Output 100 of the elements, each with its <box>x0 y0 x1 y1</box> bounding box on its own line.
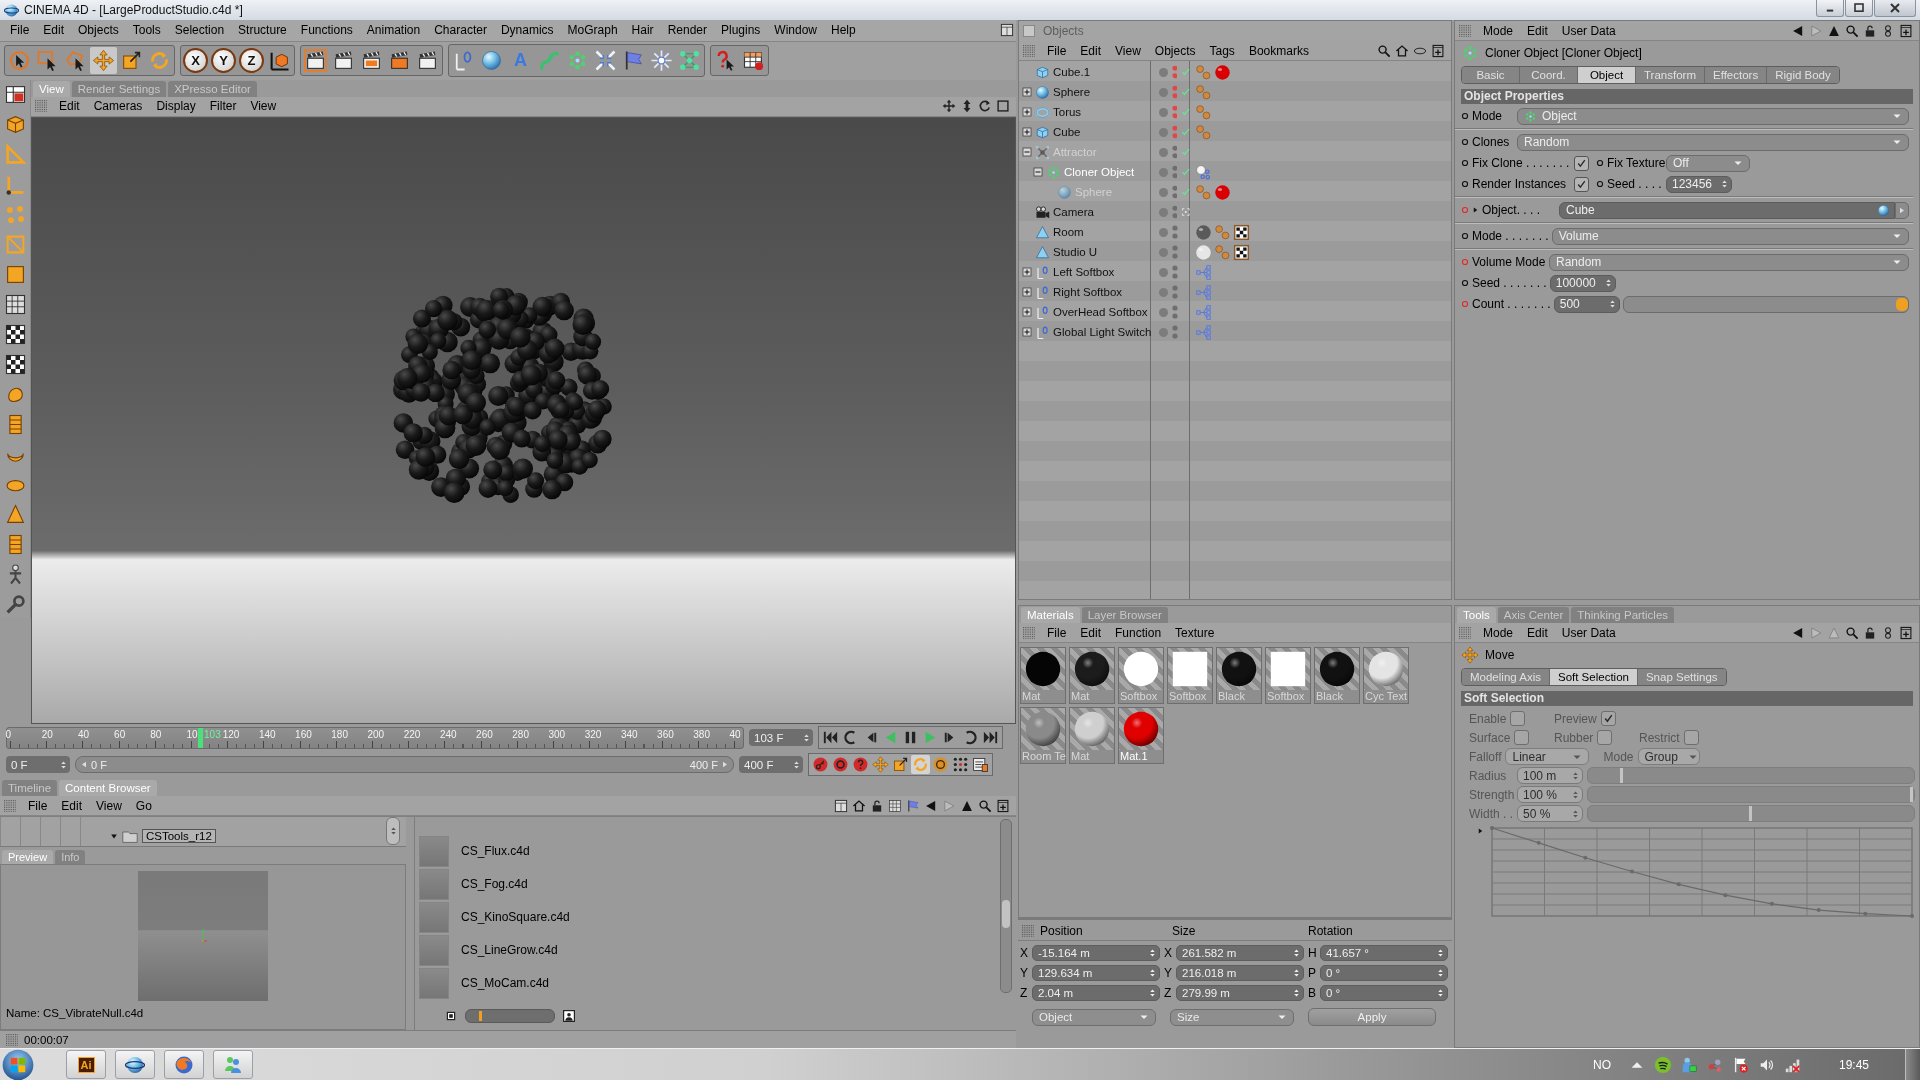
visibility-dots-icon[interactable] <box>1172 244 1178 260</box>
file-name[interactable]: CS_Flux.c4d <box>461 844 530 859</box>
object-name[interactable]: Sphere <box>1053 86 1091 98</box>
menu-item[interactable]: Dynamics <box>493 20 561 41</box>
scroll-thumb[interactable] <box>1002 900 1010 929</box>
menu-item[interactable]: Filter <box>203 97 245 116</box>
two-balls-icon[interactable] <box>1195 63 1212 81</box>
scroll-arrows[interactable] <box>386 816 400 845</box>
home-icon[interactable] <box>852 798 866 813</box>
indicator-ring-icon[interactable] <box>1461 138 1469 146</box>
visibility-dots-icon[interactable] <box>1171 184 1178 200</box>
indicator-ring-icon[interactable] <box>1461 159 1469 167</box>
layer-dot-icon[interactable] <box>1159 127 1168 137</box>
grip-handle-icon[interactable] <box>1023 44 1035 57</box>
checkbox[interactable] <box>1574 176 1589 192</box>
file-thumbnail[interactable] <box>419 868 449 900</box>
visibility-dots-icon[interactable] <box>1171 84 1178 100</box>
timeline-ruler[interactable]: 0 20 40 60 80 10 103 120 140 160 180 200 220 240 260 280 300 320 340 360 380 40 <box>6 726 744 749</box>
file-name[interactable]: CS_MoCam.c4d <box>461 976 550 991</box>
file-thumbnail[interactable] <box>419 934 449 966</box>
object-name[interactable]: Cube <box>1053 126 1081 138</box>
layer-dot-icon[interactable] <box>1159 107 1168 117</box>
curve-point[interactable] <box>1863 911 1868 916</box>
axis-lock-button[interactable]: Y <box>211 48 236 74</box>
search-icon[interactable] <box>1845 23 1859 38</box>
viewport-canvas[interactable] <box>31 116 1016 724</box>
menu-item[interactable]: Animation <box>359 20 428 41</box>
menu-item[interactable]: File <box>22 796 56 815</box>
curve-point[interactable] <box>1723 893 1728 898</box>
visibility-dots-icon[interactable] <box>1172 224 1178 240</box>
slider-handle[interactable] <box>1896 297 1908 311</box>
two-balls-icon[interactable] <box>1195 123 1212 141</box>
sound-waves-icon[interactable] <box>1653 1055 1672 1074</box>
coordinate-field[interactable]: -15.164 m <box>1032 944 1160 961</box>
node-graph-icon[interactable] <box>1195 303 1212 321</box>
file-name[interactable]: CS_KinoSquare.c4d <box>461 910 570 925</box>
object-name[interactable]: OverHead Softbox <box>1053 306 1148 318</box>
language-indicator[interactable]: NO <box>1592 1057 1611 1072</box>
indicator-ring-icon[interactable] <box>1461 180 1469 188</box>
layer-dot-icon[interactable] <box>1159 267 1168 277</box>
home-icon[interactable] <box>1395 43 1409 58</box>
visibility-dots-icon[interactable] <box>1171 204 1178 220</box>
search-icon[interactable] <box>978 798 992 813</box>
material-swatch[interactable]: Mat.1 <box>1118 707 1164 764</box>
visibility-dots-icon[interactable] <box>1172 264 1178 280</box>
menu-item[interactable]: Function <box>1109 623 1170 642</box>
menu-item[interactable]: File <box>3 20 37 41</box>
layer-dot-icon[interactable] <box>1159 247 1168 257</box>
search-icon[interactable] <box>1845 625 1859 640</box>
menu-item[interactable]: Render <box>660 20 714 41</box>
layer-dot-icon[interactable] <box>1159 67 1168 77</box>
slider-handle[interactable] <box>478 1011 482 1021</box>
indicator-ring-icon[interactable] <box>1461 112 1469 120</box>
portrait-icon[interactable] <box>563 1010 575 1022</box>
coordinate-field[interactable]: 0 ° <box>1320 964 1448 981</box>
start-button-icon[interactable] <box>2 1048 34 1080</box>
new-panel-icon[interactable] <box>1899 23 1913 38</box>
vertical-scrollbar[interactable] <box>1000 819 1012 994</box>
clapperboard-icon[interactable] <box>302 47 329 75</box>
grip-handle-icon[interactable] <box>1459 24 1471 37</box>
focus-frame-icon[interactable] <box>1181 207 1191 217</box>
menu-item[interactable]: Bookmarks <box>1242 41 1317 60</box>
slider-track[interactable] <box>1587 767 1915 784</box>
menu-item[interactable]: Mode <box>1477 21 1522 40</box>
visibility-dots-icon[interactable] <box>1172 324 1178 340</box>
menu-item[interactable]: Plugins <box>714 20 768 41</box>
close-icon[interactable] <box>1874 0 1916 17</box>
back-arrow-icon[interactable] <box>924 798 938 813</box>
menu-item[interactable]: Edit <box>1074 623 1110 642</box>
material-ball-icon[interactable] <box>1214 63 1231 81</box>
menu-item[interactable]: Display <box>150 97 204 116</box>
new-panel-icon[interactable] <box>1899 625 1913 640</box>
collapse-box-icon[interactable] <box>1022 147 1032 157</box>
check-icon[interactable] <box>1181 147 1191 157</box>
menu-item[interactable]: View <box>244 97 285 116</box>
window-layout-icon[interactable] <box>1000 23 1014 38</box>
object-name[interactable]: Camera <box>1053 206 1094 218</box>
coordinate-field[interactable]: 2.04 m <box>1032 984 1160 1001</box>
menu-item[interactable]: Texture <box>1169 623 1223 642</box>
lock-icon[interactable] <box>870 798 884 813</box>
expand-arrow-icon[interactable] <box>1472 206 1479 214</box>
thumbnail-size-slider[interactable] <box>465 1009 555 1023</box>
layer-dot-icon[interactable] <box>1159 207 1168 217</box>
check-icon[interactable] <box>1181 167 1191 177</box>
coordinate-field[interactable]: 279.99 m <box>1176 984 1304 1001</box>
visibility-dots-icon[interactable] <box>1171 164 1178 180</box>
axis-lock-button[interactable]: X <box>183 48 208 74</box>
number-field[interactable]: 123456 <box>1666 175 1732 193</box>
layer-dot-icon[interactable] <box>1159 327 1168 337</box>
file-thumbnail[interactable] <box>419 967 449 999</box>
expand-box-icon[interactable] <box>1022 127 1032 137</box>
rotate-view-icon[interactable] <box>978 99 992 114</box>
object-name[interactable]: Global Light Switch <box>1053 326 1152 338</box>
menu-item[interactable]: Cameras <box>87 97 151 116</box>
coordinate-field[interactable]: 0 ° <box>1320 984 1448 1001</box>
back-arrow-icon[interactable] <box>1791 23 1805 38</box>
curve-point[interactable] <box>1816 908 1821 913</box>
menu-item[interactable]: Hair <box>624 20 661 41</box>
attribute-tab[interactable]: Object <box>1578 67 1636 83</box>
menu-item[interactable]: Character <box>427 20 494 41</box>
